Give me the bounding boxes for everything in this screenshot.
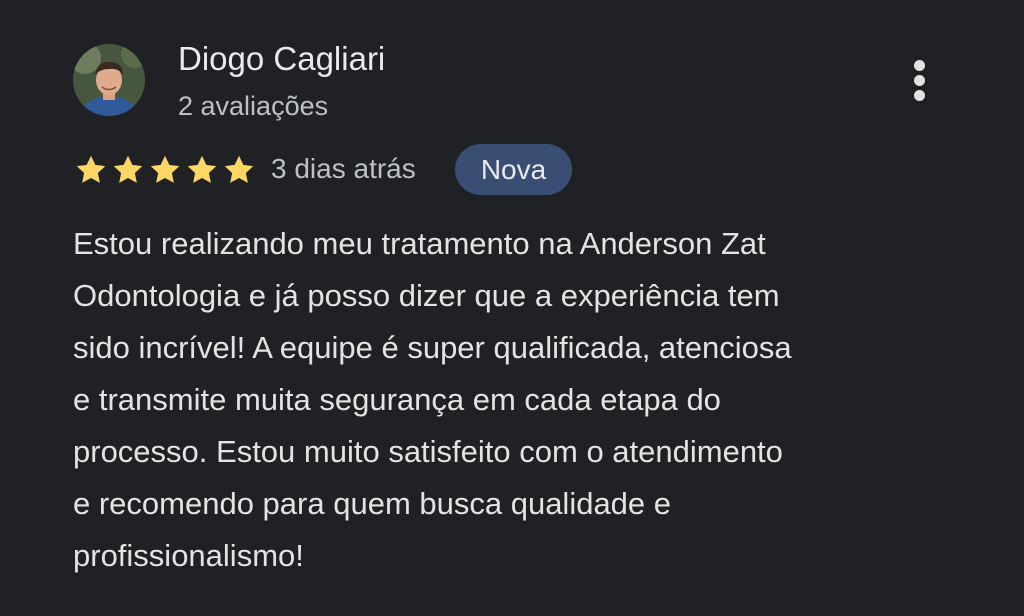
- author-review-count: 2 avaliações: [178, 91, 329, 121]
- star-icon: [113, 155, 143, 183]
- review-text: Estou realizando meu tratamento na Ander…: [73, 218, 973, 582]
- review-text-line: profissionalismo!: [73, 538, 304, 573]
- review-text-line: Estou realizando meu tratamento na Ander…: [73, 226, 766, 261]
- avatar-photo: [73, 44, 145, 116]
- star-icon: [187, 155, 217, 183]
- more-vert-icon-dot: [914, 90, 925, 101]
- star-icon: [224, 155, 254, 183]
- review-text-line: processo. Estou muito satisfeito com o a…: [73, 434, 783, 469]
- review-text-line: e recomendo para quem busca qualidade e: [73, 486, 672, 521]
- star-icon: [150, 155, 180, 183]
- more-vert-icon: [914, 60, 925, 71]
- review-text-line: e transmite muita segurança em cada etap…: [73, 382, 721, 417]
- new-badge: Nova: [455, 144, 572, 195]
- review-text-line: Odontologia e já posso dizer que a exper…: [73, 278, 780, 313]
- more-options-button[interactable]: [898, 52, 942, 108]
- star-rating: [73, 152, 257, 188]
- avatar[interactable]: [73, 44, 145, 116]
- review-text-line: sido incrível! A equipe é super qualific…: [73, 330, 792, 365]
- review-card: Diogo Cagliari 2 avaliações 3 dias atrás…: [0, 0, 1024, 616]
- author-name[interactable]: Diogo Cagliari: [178, 40, 385, 78]
- more-vert-icon-dot: [914, 75, 925, 86]
- review-time: 3 dias atrás: [271, 153, 416, 184]
- star-icon: [76, 155, 106, 183]
- rating-row: 3 dias atrás Nova: [73, 144, 633, 196]
